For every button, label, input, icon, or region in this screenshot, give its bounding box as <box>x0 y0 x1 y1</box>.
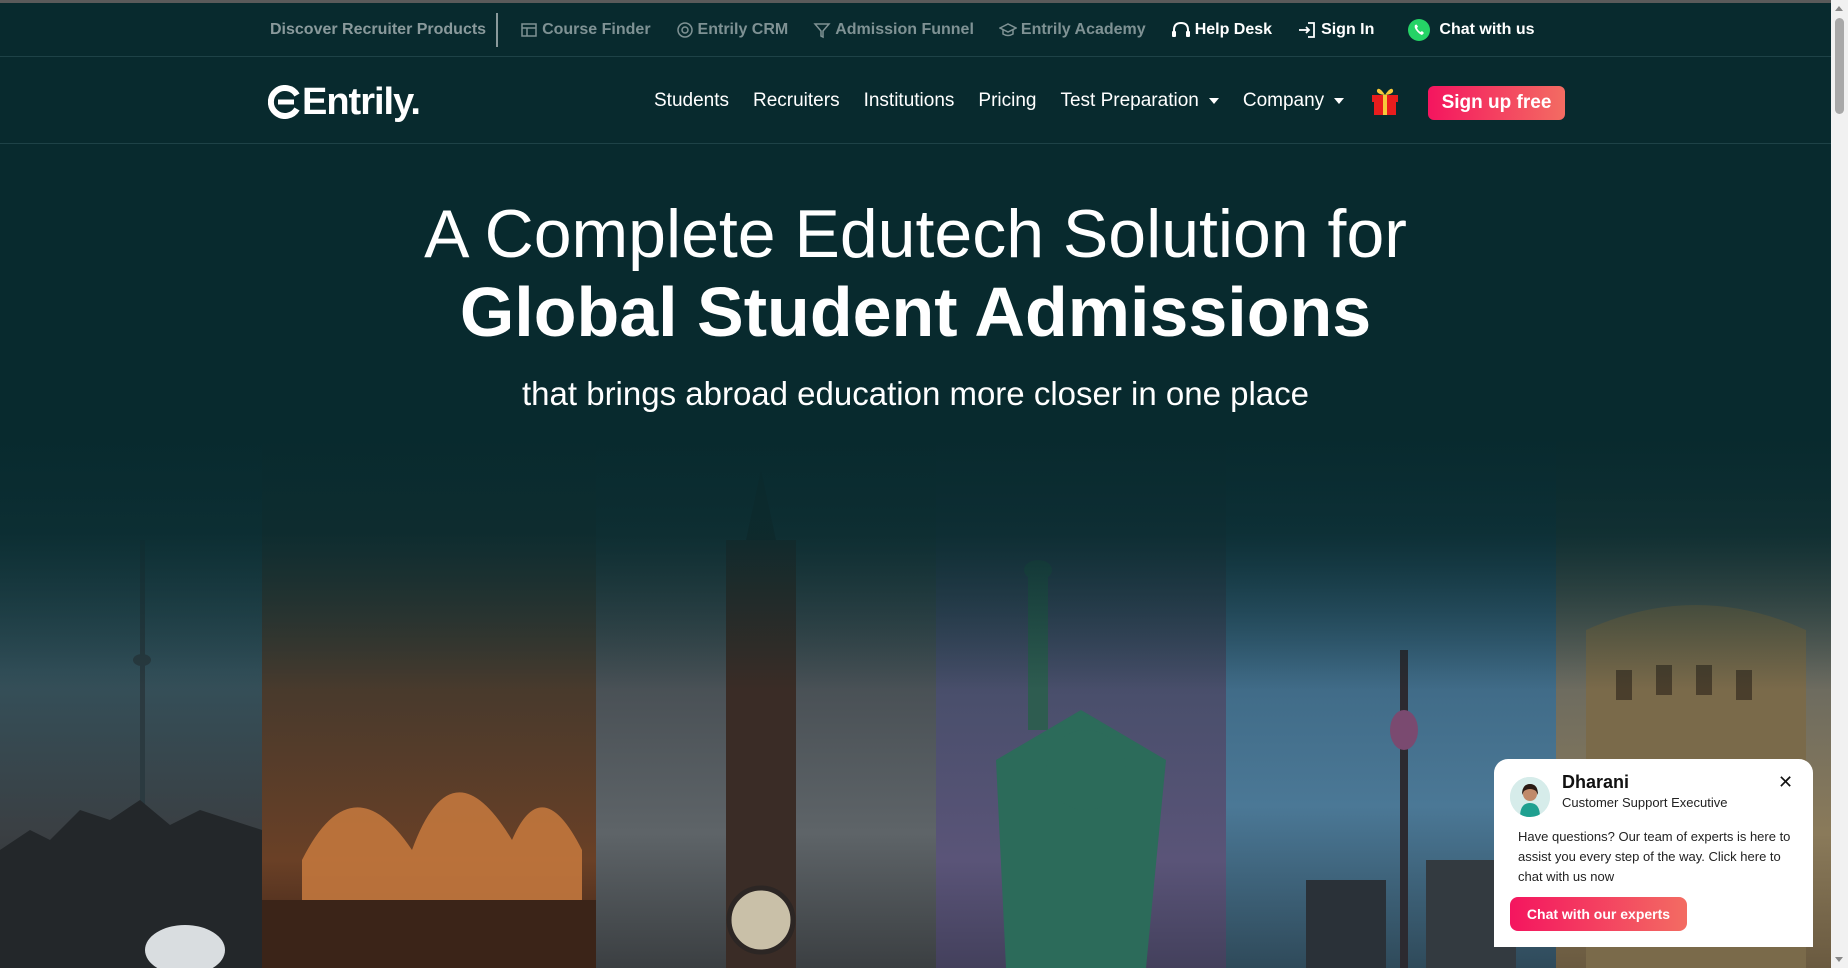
nav-item-recruiters[interactable]: Recruiters <box>753 90 840 112</box>
nav-item-institutions[interactable]: Institutions <box>864 90 955 112</box>
chat-with-experts-button[interactable]: Chat with our experts <box>1510 897 1687 931</box>
help-desk-link[interactable]: Help Desk <box>1171 21 1272 39</box>
hero-heading: A Complete Edutech Solution for Global S… <box>0 195 1831 351</box>
scroll-up-arrow-icon[interactable] <box>1835 6 1843 11</box>
scroll-down-arrow-icon[interactable] <box>1835 957 1843 962</box>
hero-heading-line2: Global Student Admissions <box>459 273 1372 351</box>
sign-in-label: Sign In <box>1321 21 1375 38</box>
course-finder-label: Course Finder <box>542 21 651 38</box>
big-ben-image <box>596 430 936 968</box>
admission-funnel-label: Admission Funnel <box>835 21 974 38</box>
entrily-logo[interactable]: Entrily. <box>268 80 421 123</box>
utility-bar-content: Discover Recruiter Products Course Finde… <box>270 3 1560 57</box>
vertical-scrollbar[interactable] <box>1831 0 1848 968</box>
course-finder-link[interactable]: Course Finder <box>520 21 651 39</box>
chat-message: Have questions? Our team of experts is h… <box>1518 829 1791 884</box>
nav-item-company[interactable]: Company <box>1242 90 1345 112</box>
funnel-icon <box>813 23 831 39</box>
entrily-crm-label: Entrily CRM <box>697 21 789 38</box>
company-label: Company <box>1242 90 1325 111</box>
sign-up-button[interactable]: Sign up free <box>1428 86 1565 120</box>
gift-icon[interactable] <box>1370 84 1400 116</box>
sign-in-icon <box>1299 22 1315 38</box>
utility-divider <box>496 13 499 47</box>
admission-funnel-link[interactable]: Admission Funnel <box>813 21 974 39</box>
test-preparation-label: Test Preparation <box>1060 90 1199 111</box>
chat-popup[interactable]: Dharani Customer Support Executive ✕ Hav… <box>1494 759 1813 947</box>
nav-item-pricing[interactable]: Pricing <box>978 90 1036 112</box>
chevron-down-icon <box>1334 98 1345 104</box>
chat-with-us-label: Chat with us <box>1439 21 1535 38</box>
crm-icon <box>676 22 693 38</box>
statue-of-liberty-image <box>936 430 1226 968</box>
recruiter-products-label: Discover Recruiter Products <box>270 21 487 38</box>
nav-menu: Students Recruiters Institutions Pricing… <box>642 58 1356 144</box>
help-desk-label: Help Desk <box>1194 21 1273 38</box>
toronto-skyline-image <box>0 430 262 968</box>
agent-role: Customer Support Executive <box>1562 795 1728 810</box>
hero-section: A Complete Edutech Solution for Global S… <box>0 195 1831 413</box>
entrily-crm-link[interactable]: Entrily CRM <box>676 21 789 39</box>
page: Discover Recruiter Products Course Finde… <box>0 0 1831 968</box>
close-icon[interactable]: ✕ <box>1778 772 1793 793</box>
chat-with-us-link[interactable]: Chat with us <box>1407 18 1535 42</box>
main-navigation: Entrily. Students Recruiters Institution… <box>0 58 1831 144</box>
agent-avatar <box>1510 777 1550 817</box>
whatsapp-icon <box>1408 19 1431 41</box>
graduation-cap-icon <box>998 23 1017 37</box>
utility-bar: Discover Recruiter Products Course Finde… <box>0 3 1831 57</box>
hero-subtitle: that brings abroad education more closer… <box>522 375 1309 412</box>
headset-icon <box>1171 21 1190 37</box>
chevron-down-icon <box>1208 98 1219 104</box>
agent-name: Dharani <box>1562 772 1630 792</box>
entrily-logo-mark-icon <box>268 85 300 119</box>
hero-heading-line1: A Complete Edutech Solution for <box>424 196 1407 272</box>
entrily-academy-link[interactable]: Entrily Academy <box>998 21 1146 39</box>
nav-item-test-preparation[interactable]: Test Preparation <box>1060 90 1219 112</box>
nav-item-students[interactable]: Students <box>654 90 729 112</box>
scrollbar-thumb[interactable] <box>1835 18 1844 114</box>
sign-in-link[interactable]: Sign In <box>1297 21 1374 39</box>
course-finder-icon <box>521 23 537 37</box>
sydney-opera-house-image <box>262 430 596 968</box>
entrily-logo-text: Entrily. <box>302 80 421 123</box>
entrily-academy-label: Entrily Academy <box>1020 21 1146 38</box>
